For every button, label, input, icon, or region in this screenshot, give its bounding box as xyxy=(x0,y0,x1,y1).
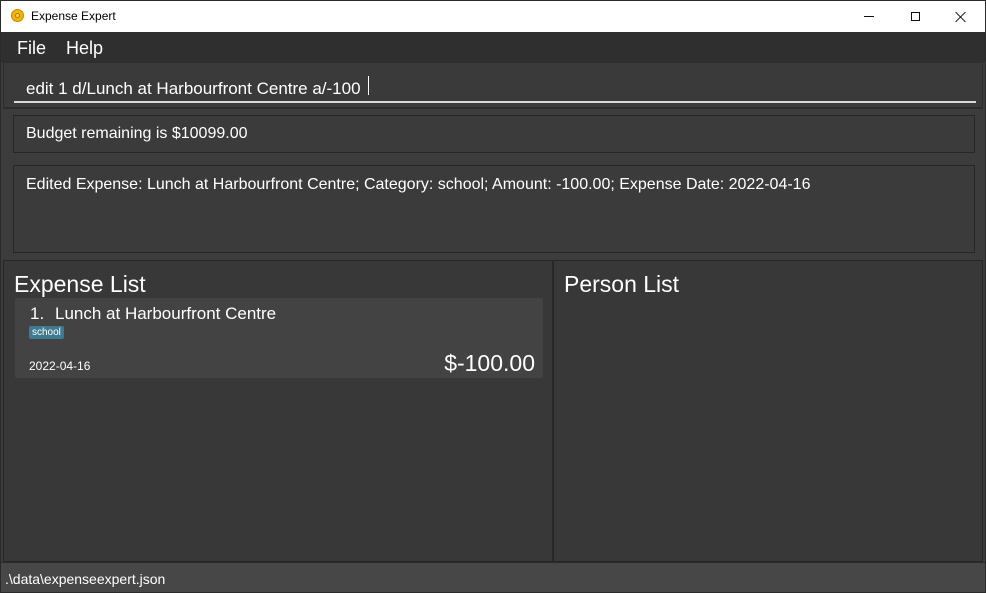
person-list-panel[interactable]: Person List xyxy=(553,260,983,562)
person-list-title: Person List xyxy=(564,271,680,297)
window-title: Expense Expert xyxy=(31,9,116,23)
close-button[interactable] xyxy=(938,1,984,32)
maximize-icon xyxy=(910,12,920,21)
budget-display: Budget remaining is $10099.00 xyxy=(13,115,975,153)
category-tag: school xyxy=(29,326,64,339)
command-box xyxy=(3,62,983,108)
expense-amount: $-100.00 xyxy=(444,350,535,376)
save-file-path: .\data\expenseexpert.json xyxy=(5,571,166,587)
app-window: Expense Expert File Help Budget remainin… xyxy=(0,0,986,593)
menu-help[interactable]: Help xyxy=(66,38,103,59)
result-text: Edited Expense: Lunch at Harbourfront Ce… xyxy=(26,176,811,193)
expense-index: 1. xyxy=(30,304,45,323)
menu-file[interactable]: File xyxy=(17,38,46,59)
command-input[interactable] xyxy=(14,70,976,103)
minimize-icon xyxy=(864,16,874,17)
app-logo-icon xyxy=(11,9,24,22)
title-bar: Expense Expert xyxy=(1,1,985,32)
maximize-button[interactable] xyxy=(892,1,938,32)
expense-description: Lunch at Harbourfront Centre xyxy=(55,304,277,323)
expense-card[interactable]: 1. Lunch at Harbourfront Centre school 2… xyxy=(15,298,543,378)
budget-text: Budget remaining is $10099.00 xyxy=(26,125,248,142)
expense-date: 2022-04-16 xyxy=(29,359,91,373)
result-display[interactable]: Edited Expense: Lunch at Harbourfront Ce… xyxy=(13,165,975,253)
close-icon xyxy=(955,11,967,23)
menu-bar: File Help xyxy=(1,32,985,62)
expense-list-panel[interactable]: Expense List 1. Lunch at Harbourfront Ce… xyxy=(3,260,553,562)
status-bar: .\data\expenseexpert.json xyxy=(1,562,985,592)
expense-list-title: Expense List xyxy=(14,271,146,297)
text-caret xyxy=(368,76,369,95)
minimize-button[interactable] xyxy=(846,1,892,32)
